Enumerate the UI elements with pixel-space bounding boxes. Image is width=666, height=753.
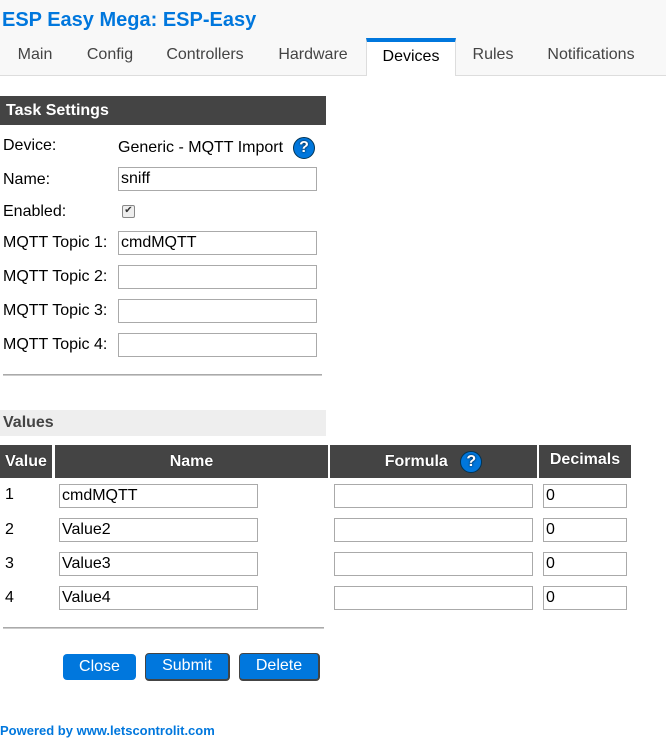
mqtt-topic-3-label: MQTT Topic 3: xyxy=(3,302,108,319)
column-header-formula: Formula ? xyxy=(330,445,537,478)
name-label: Name: xyxy=(3,171,51,188)
device-label: Device: xyxy=(3,137,57,154)
value-row-number: 2 xyxy=(5,521,14,538)
mqtt-topic-2-label: MQTT Topic 2: xyxy=(3,268,108,285)
value-formula-input[interactable] xyxy=(334,552,533,576)
tab-config[interactable]: Config xyxy=(75,38,145,75)
column-header-name: Name xyxy=(55,445,328,478)
value-formula-input[interactable] xyxy=(334,586,533,610)
enabled-label: Enabled: xyxy=(3,203,67,220)
value-decimals-input[interactable] xyxy=(543,552,627,576)
mqtt-topic-4-label: MQTT Topic 4: xyxy=(3,336,108,353)
tab-main[interactable]: Main xyxy=(2,38,68,75)
delete-button[interactable]: Delete xyxy=(239,653,320,681)
tab-devices[interactable]: Devices xyxy=(366,38,456,76)
value-row-number: 4 xyxy=(5,589,14,606)
mqtt-topic-2-input[interactable] xyxy=(118,265,317,289)
powered-by-link[interactable]: Powered by www.letscontrolit.com xyxy=(0,723,215,738)
value-decimals-input[interactable] xyxy=(543,518,627,542)
app-title: ESP Easy Mega: ESP-Easy xyxy=(2,9,257,31)
enabled-checkbox[interactable]: ✔ xyxy=(122,205,135,218)
column-header-value: Value xyxy=(0,445,52,478)
name-input[interactable] xyxy=(118,167,317,191)
value-name-input[interactable] xyxy=(59,518,258,542)
close-button[interactable]: Close xyxy=(63,654,136,680)
tab-hardware[interactable]: Hardware xyxy=(267,38,359,75)
page-header: ESP Easy Mega: ESP-Easy Main Config Cont… xyxy=(0,0,666,76)
value-name-input[interactable] xyxy=(59,586,258,610)
tab-notifications[interactable]: Notifications xyxy=(535,38,647,75)
value-formula-input[interactable] xyxy=(334,518,533,542)
value-decimals-input[interactable] xyxy=(543,484,627,508)
device-value: Generic - MQTT Import xyxy=(118,139,284,156)
value-row-number: 3 xyxy=(5,555,14,572)
divider xyxy=(3,374,322,376)
values-heading: Values xyxy=(0,410,326,436)
submit-button[interactable]: Submit xyxy=(145,653,230,681)
formula-header-label: Formula xyxy=(384,453,448,470)
mqtt-topic-3-input[interactable] xyxy=(118,299,317,323)
help-icon[interactable]: ? xyxy=(293,137,315,159)
value-name-input[interactable] xyxy=(59,484,258,508)
mqtt-topic-1-input[interactable] xyxy=(118,231,317,255)
divider xyxy=(3,627,324,629)
mqtt-topic-4-input[interactable] xyxy=(118,333,317,357)
tab-controllers[interactable]: Controllers xyxy=(155,38,255,75)
value-row-number: 1 xyxy=(5,486,14,503)
value-name-input[interactable] xyxy=(59,552,258,576)
tab-rules[interactable]: Rules xyxy=(462,38,524,75)
column-header-decimals: Decimals xyxy=(539,445,631,478)
value-decimals-input[interactable] xyxy=(543,586,627,610)
mqtt-topic-1-label: MQTT Topic 1: xyxy=(3,234,108,251)
value-formula-input[interactable] xyxy=(334,484,533,508)
task-settings-heading: Task Settings xyxy=(0,96,326,125)
formula-help-icon[interactable]: ? xyxy=(460,450,483,473)
